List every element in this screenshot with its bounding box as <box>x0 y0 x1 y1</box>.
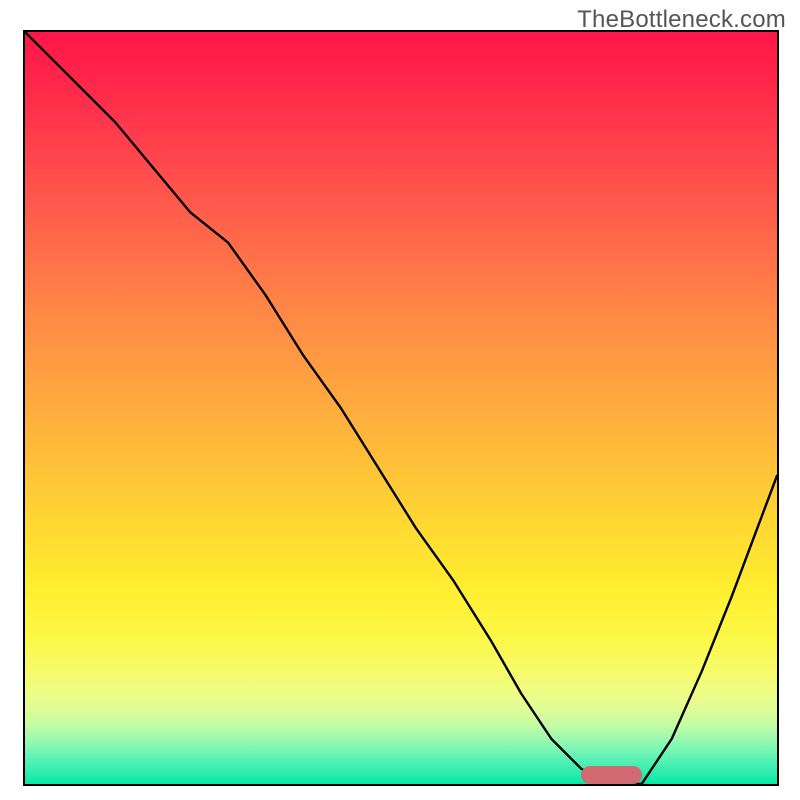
watermark-text: TheBottleneck.com <box>577 6 786 34</box>
curve-path <box>25 32 777 784</box>
optimal-marker <box>581 766 641 784</box>
bottleneck-curve <box>25 32 777 784</box>
chart-stage: TheBottleneck.com <box>0 0 800 800</box>
plot-area <box>23 30 779 786</box>
